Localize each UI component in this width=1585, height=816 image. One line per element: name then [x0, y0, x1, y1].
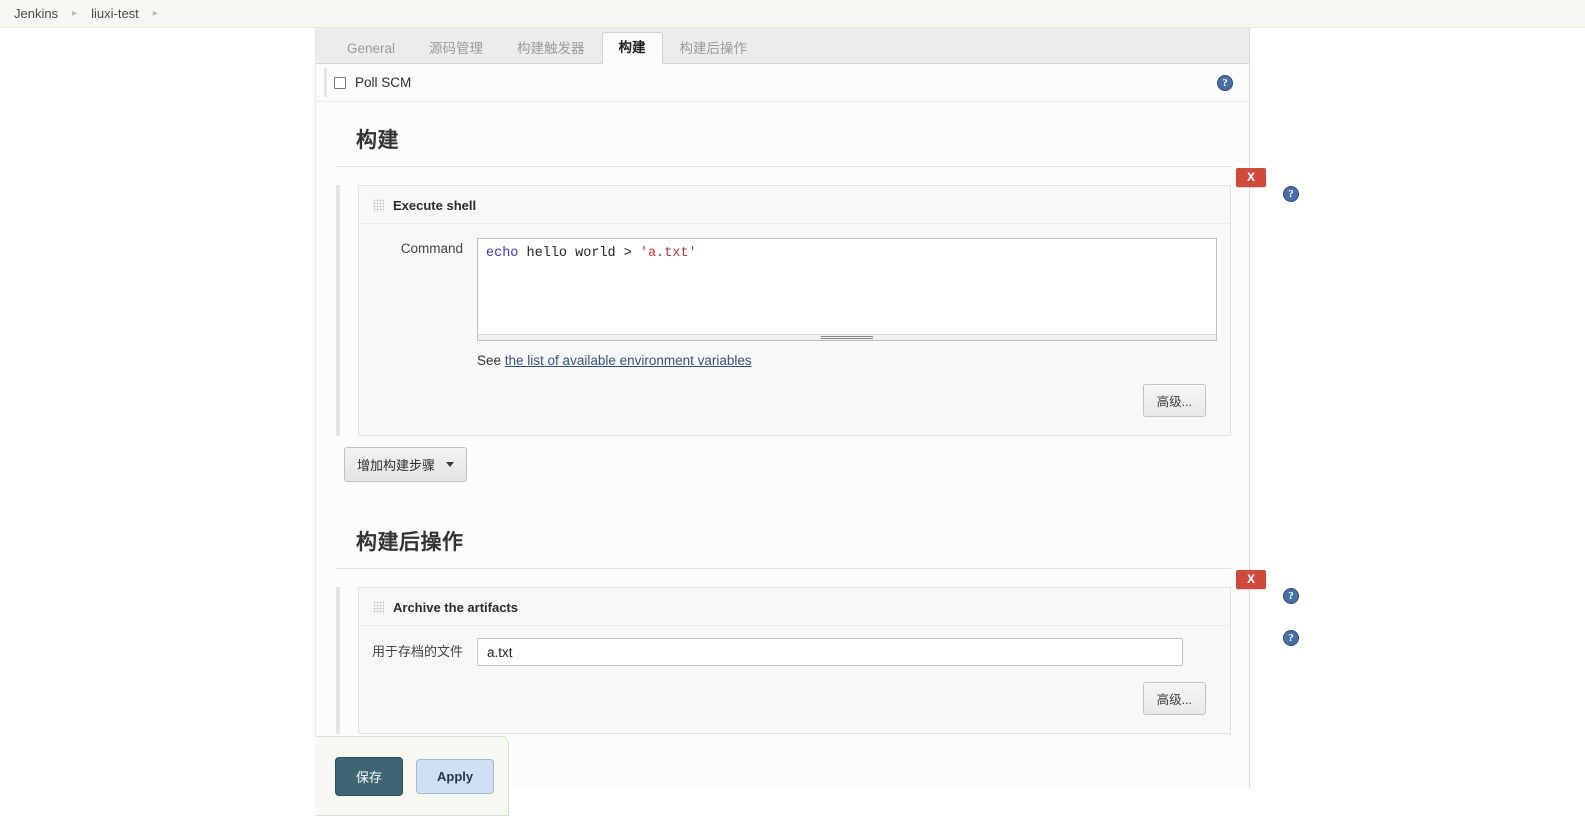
- add-build-step-row: 增加构建步骤: [336, 447, 1249, 482]
- post-build-advanced-button[interactable]: 高级...: [1142, 682, 1206, 715]
- artifacts-label: 用于存档的文件: [371, 644, 463, 659]
- resize-grip-icon[interactable]: [821, 336, 873, 340]
- command-field-row: Command echo hello world > 'a.txt': [359, 224, 1230, 341]
- build-section-heading: 构建: [336, 102, 1231, 167]
- apply-button[interactable]: Apply: [416, 758, 495, 794]
- post-build-advanced-row: 高级...: [359, 666, 1230, 733]
- env-vars-link[interactable]: the list of available environment variab…: [505, 353, 752, 368]
- textarea-resize-bar[interactable]: [477, 334, 1217, 341]
- poll-scm-label: Poll SCM: [355, 75, 412, 90]
- post-build-section-heading: 构建后操作: [336, 504, 1231, 569]
- post-build-step-archive-artifacts: Archive the artifacts X ? 用于存档的文件 ? 高级..…: [358, 570, 1299, 734]
- poll-scm-row: Poll SCM ?: [316, 64, 1249, 102]
- tab-post-build-actions[interactable]: 构建后操作: [663, 33, 765, 65]
- breadcrumb-item-jenkins[interactable]: Jenkins: [14, 6, 58, 21]
- help-icon[interactable]: ?: [1217, 74, 1233, 91]
- drag-handle-icon[interactable]: [373, 199, 384, 212]
- drag-handle-icon[interactable]: [373, 601, 384, 614]
- help-icon[interactable]: ?: [1283, 588, 1299, 604]
- remove-build-step-button[interactable]: X: [1236, 168, 1266, 187]
- env-vars-hint-prefix: See: [477, 353, 505, 368]
- tab-build-triggers[interactable]: 构建触发器: [500, 33, 602, 65]
- job-config-panel: General 源码管理 构建触发器 构建 构建后操作 Poll SCM ? 构…: [315, 28, 1299, 788]
- poll-scm-checkbox[interactable]: [334, 76, 346, 89]
- command-string: 'a.txt': [639, 246, 697, 261]
- remove-post-build-step-button[interactable]: X: [1236, 570, 1266, 589]
- tab-source-code-management[interactable]: 源码管理: [412, 33, 500, 65]
- command-keyword: echo: [486, 246, 519, 261]
- page-body: General 源码管理 构建触发器 构建 构建后操作 Poll SCM ? 构…: [0, 28, 1585, 816]
- save-button[interactable]: 保存: [335, 756, 404, 796]
- command-textarea[interactable]: echo hello world > 'a.txt': [477, 238, 1217, 334]
- builder-rail: [336, 185, 340, 436]
- build-step-title: Execute shell: [393, 198, 477, 213]
- help-icon[interactable]: ?: [1283, 630, 1299, 646]
- artifacts-input[interactable]: [477, 638, 1183, 666]
- builder-rail: [336, 587, 340, 734]
- post-build-steps-container: Archive the artifacts X ? 用于存档的文件 ? 高级..…: [336, 570, 1299, 734]
- breadcrumb-separator-icon: ▸: [72, 7, 78, 19]
- build-step-header: Execute shell X ?: [359, 168, 1299, 224]
- build-step-advanced-button[interactable]: 高级...: [1142, 384, 1206, 417]
- form-action-bar: 保存 Apply: [315, 736, 509, 816]
- post-build-step-header: Archive the artifacts X ?: [359, 570, 1299, 626]
- build-step-execute-shell: Execute shell X ? Command echo hello wor…: [358, 168, 1299, 436]
- section-rail: [324, 68, 327, 97]
- post-build-step-title: Archive the artifacts: [393, 600, 518, 615]
- tab-build[interactable]: 构建: [601, 31, 663, 64]
- chevron-down-icon: [446, 462, 455, 467]
- artifacts-field-row: 用于存档的文件 ?: [359, 626, 1299, 666]
- breadcrumb-separator-icon: ▸: [152, 7, 158, 19]
- tab-general[interactable]: General: [330, 33, 412, 65]
- build-step-advanced-row: 高级...: [359, 368, 1230, 435]
- command-middle: hello world >: [518, 246, 640, 261]
- config-tab-bar: General 源码管理 构建触发器 构建 构建后操作: [316, 28, 1249, 64]
- build-steps-container: Execute shell X ? Command echo hello wor…: [336, 168, 1299, 436]
- breadcrumb: Jenkins ▸ liuxi-test ▸: [0, 0, 1585, 28]
- build-section: 构建 Execute shell X ? Command echo hello …: [316, 102, 1299, 482]
- command-label: Command: [400, 241, 463, 256]
- breadcrumb-item-liuxi-test[interactable]: liuxi-test: [91, 6, 139, 21]
- command-editor-wrap: echo hello world > 'a.txt': [477, 238, 1217, 341]
- help-icon[interactable]: ?: [1283, 186, 1299, 202]
- add-build-step-label: 增加构建步骤: [357, 458, 436, 473]
- env-vars-hint: See the list of available environment va…: [359, 341, 1230, 368]
- add-build-step-button[interactable]: 增加构建步骤: [344, 447, 468, 482]
